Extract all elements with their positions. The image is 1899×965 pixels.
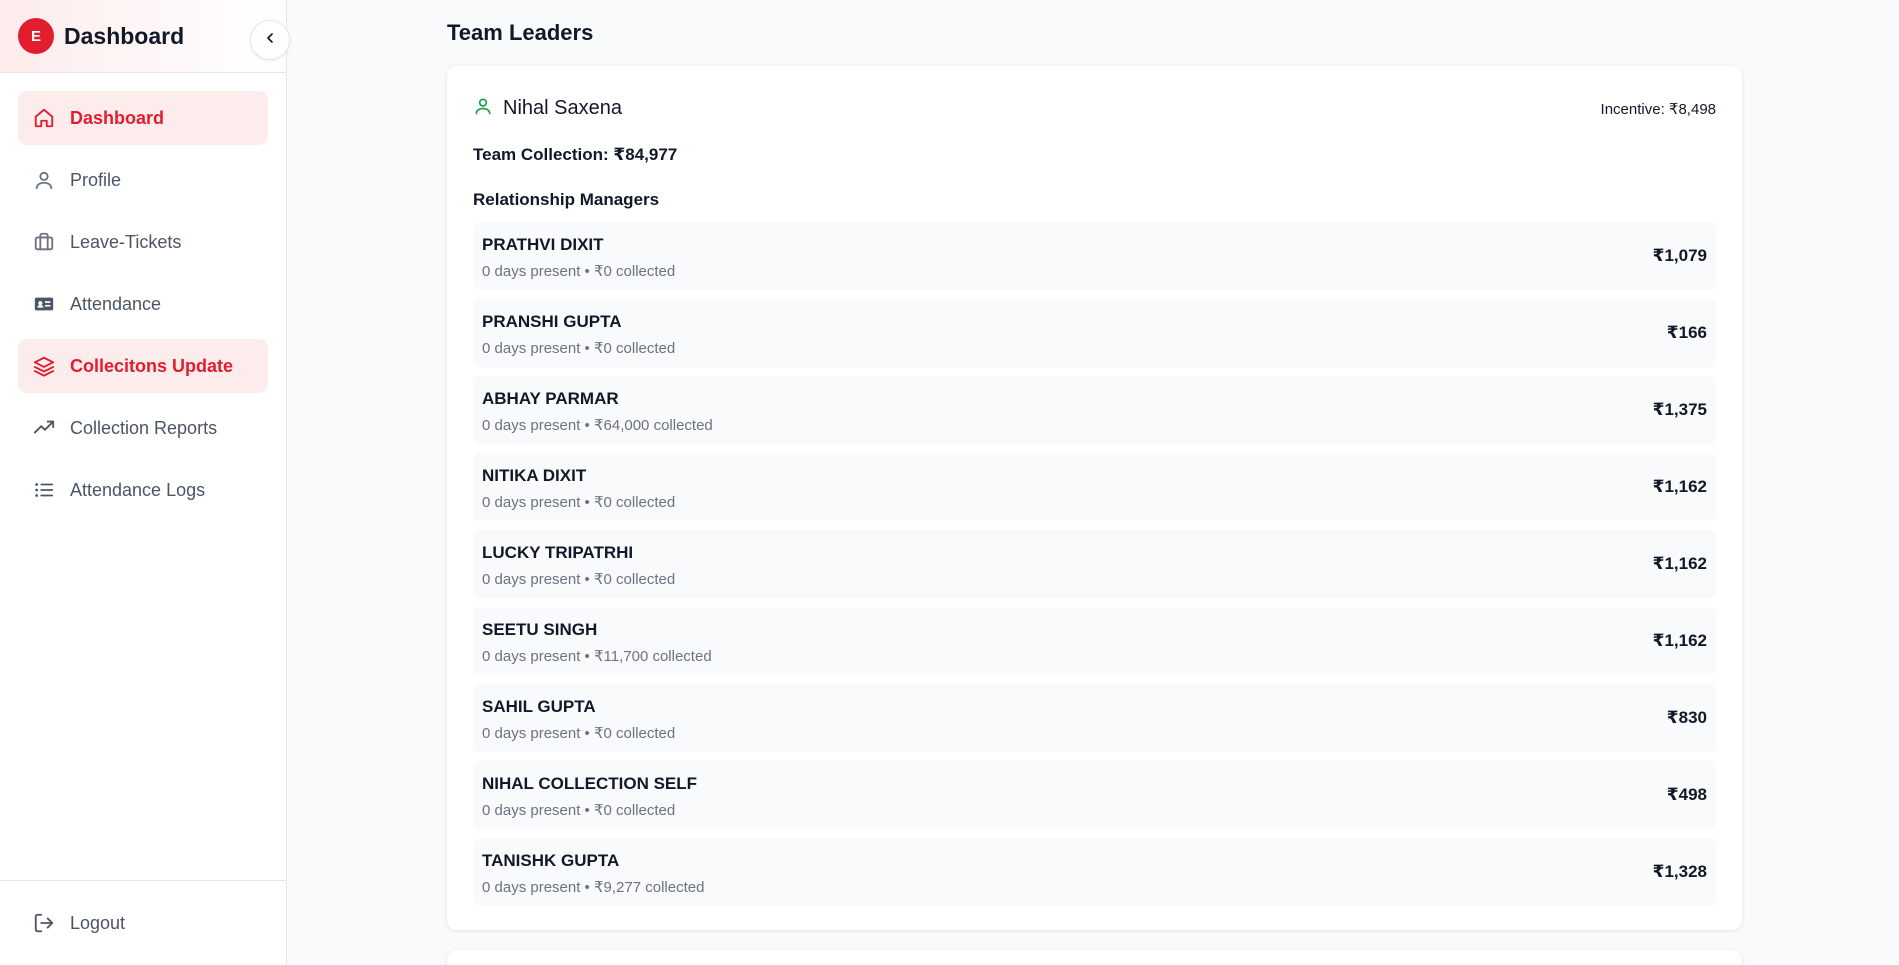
rm-name: PRANSHI GUPTA — [482, 312, 622, 331]
rm-name: NIHAL COLLECTION SELF — [482, 774, 698, 793]
rm-amount: ₹166 — [1666, 323, 1707, 342]
rm-name: SEETU SINGH — [482, 620, 598, 639]
sidebar-item-label: Attendance Logs — [70, 479, 206, 500]
rm-name: NITIKA DIXIT — [482, 466, 587, 485]
main-content: Team Leaders Nihal Saxena Incentive: ₹8,… — [315, 0, 1899, 965]
list-item: NIHAL COLLECTION SELF 0 days present • ₹… — [473, 761, 1716, 829]
team-leader-card: Nihal Saxena Incentive: ₹8,498 Team Coll… — [447, 66, 1742, 930]
sidebar-item-label: Profile — [70, 169, 122, 190]
rm-meta: 0 days present • ₹0 collected — [482, 263, 676, 280]
leader-name: Nihal Saxena — [503, 97, 622, 119]
rm-amount: ₹1,079 — [1652, 246, 1707, 265]
list-item: NITIKA DIXIT 0 days present • ₹0 collect… — [473, 453, 1716, 521]
list-item: SEETU SINGH 0 days present • ₹11,700 col… — [473, 607, 1716, 675]
rm-amount: ₹1,162 — [1652, 554, 1707, 573]
list-item: TANISHK GUPTA 0 days present • ₹9,277 co… — [473, 838, 1716, 906]
rm-name: SAHIL GUPTA — [482, 697, 596, 716]
team-collection: Team Collection: ₹84,977 — [473, 145, 678, 164]
list-item: LUCKY TRIPATRHI 0 days present • ₹0 coll… — [473, 530, 1716, 598]
sidebar-item-attendance[interactable]: Attendance — [18, 277, 268, 331]
rm-meta: 0 days present • ₹0 collected — [482, 571, 676, 588]
rm-amount: ₹1,375 — [1652, 400, 1707, 419]
rm-amount: ₹1,162 — [1652, 631, 1707, 650]
list-item: SAHIL GUPTA 0 days present • ₹0 collecte… — [473, 684, 1716, 752]
sidebar-item-label: Attendance — [70, 293, 162, 314]
home-icon — [32, 106, 56, 130]
logout-icon — [32, 911, 56, 935]
section-title: Team Leaders — [447, 20, 594, 45]
sidebar-nav: Dashboard Profile Leave-Tickets Attendan… — [0, 73, 286, 517]
rm-name: ABHAY PARMAR — [482, 389, 619, 408]
rm-amount: ₹1,162 — [1652, 477, 1707, 496]
rm-meta: 0 days present • ₹0 collected — [482, 725, 676, 742]
sidebar-item-label: Collecitons Update — [70, 355, 234, 376]
rm-amount: ₹498 — [1666, 785, 1707, 804]
logout-button[interactable]: Logout — [0, 880, 286, 965]
collapse-sidebar-button[interactable] — [250, 20, 290, 60]
rm-name: PRATHVI DIXIT — [482, 235, 604, 254]
list-item: PRATHVI DIXIT 0 days present • ₹0 collec… — [473, 222, 1716, 290]
rm-heading: Relationship Managers — [473, 190, 660, 209]
briefcase-icon — [32, 230, 56, 254]
rm-meta: 0 days present • ₹0 collected — [482, 340, 676, 357]
rm-meta: 0 days present • ₹0 collected — [482, 494, 676, 511]
leader-header: Nihal Saxena — [473, 96, 622, 121]
sidebar-item-leave-tickets[interactable]: Leave-Tickets — [18, 215, 268, 269]
rm-meta: 0 days present • ₹11,700 collected — [482, 648, 712, 665]
id-card-icon — [32, 292, 56, 316]
rm-meta: 0 days present • ₹0 collected — [482, 802, 676, 819]
sidebar-item-profile[interactable]: Profile — [18, 153, 268, 207]
rm-amount: ₹830 — [1666, 708, 1707, 727]
list-item: PRANSHI GUPTA 0 days present • ₹0 collec… — [473, 299, 1716, 367]
trending-up-icon — [32, 416, 56, 440]
list-icon — [32, 478, 56, 502]
rm-meta: 0 days present • ₹9,277 collected — [482, 879, 705, 896]
sidebar-item-collections-update[interactable]: Collecitons Update — [18, 339, 268, 393]
list-item: ABHAY PARMAR 0 days present • ₹64,000 co… — [473, 376, 1716, 444]
incentive-value: Incentive: ₹8,498 — [1600, 101, 1716, 118]
rm-name: LUCKY TRIPATRHI — [482, 543, 634, 562]
user-icon — [473, 96, 493, 121]
sidebar-item-dashboard[interactable]: Dashboard — [18, 91, 268, 145]
sidebar-header: E Dashboard — [0, 0, 286, 73]
sidebar-item-label: Collection Reports — [70, 417, 218, 438]
user-icon — [32, 168, 56, 192]
rm-name: TANISHK GUPTA — [482, 851, 620, 870]
next-team-leader-card — [447, 950, 1742, 965]
sidebar-item-label: Dashboard — [70, 107, 165, 128]
brand-title: Dashboard — [64, 22, 185, 49]
rm-list: PRATHVI DIXIT 0 days present • ₹0 collec… — [473, 222, 1716, 915]
rm-meta: 0 days present • ₹64,000 collected — [482, 417, 713, 434]
logo-badge: E — [18, 18, 54, 54]
logout-label: Logout — [70, 912, 126, 933]
sidebar-item-collection-reports[interactable]: Collection Reports — [18, 401, 268, 455]
sidebar-item-label: Leave-Tickets — [70, 231, 182, 252]
sidebar-item-attendance-logs[interactable]: Attendance Logs — [18, 463, 268, 517]
layers-icon — [32, 354, 56, 378]
chevron-left-icon — [262, 30, 278, 51]
rm-amount: ₹1,328 — [1652, 862, 1707, 881]
sidebar: E Dashboard Dashboard Profile Leave-Tick… — [0, 0, 287, 965]
